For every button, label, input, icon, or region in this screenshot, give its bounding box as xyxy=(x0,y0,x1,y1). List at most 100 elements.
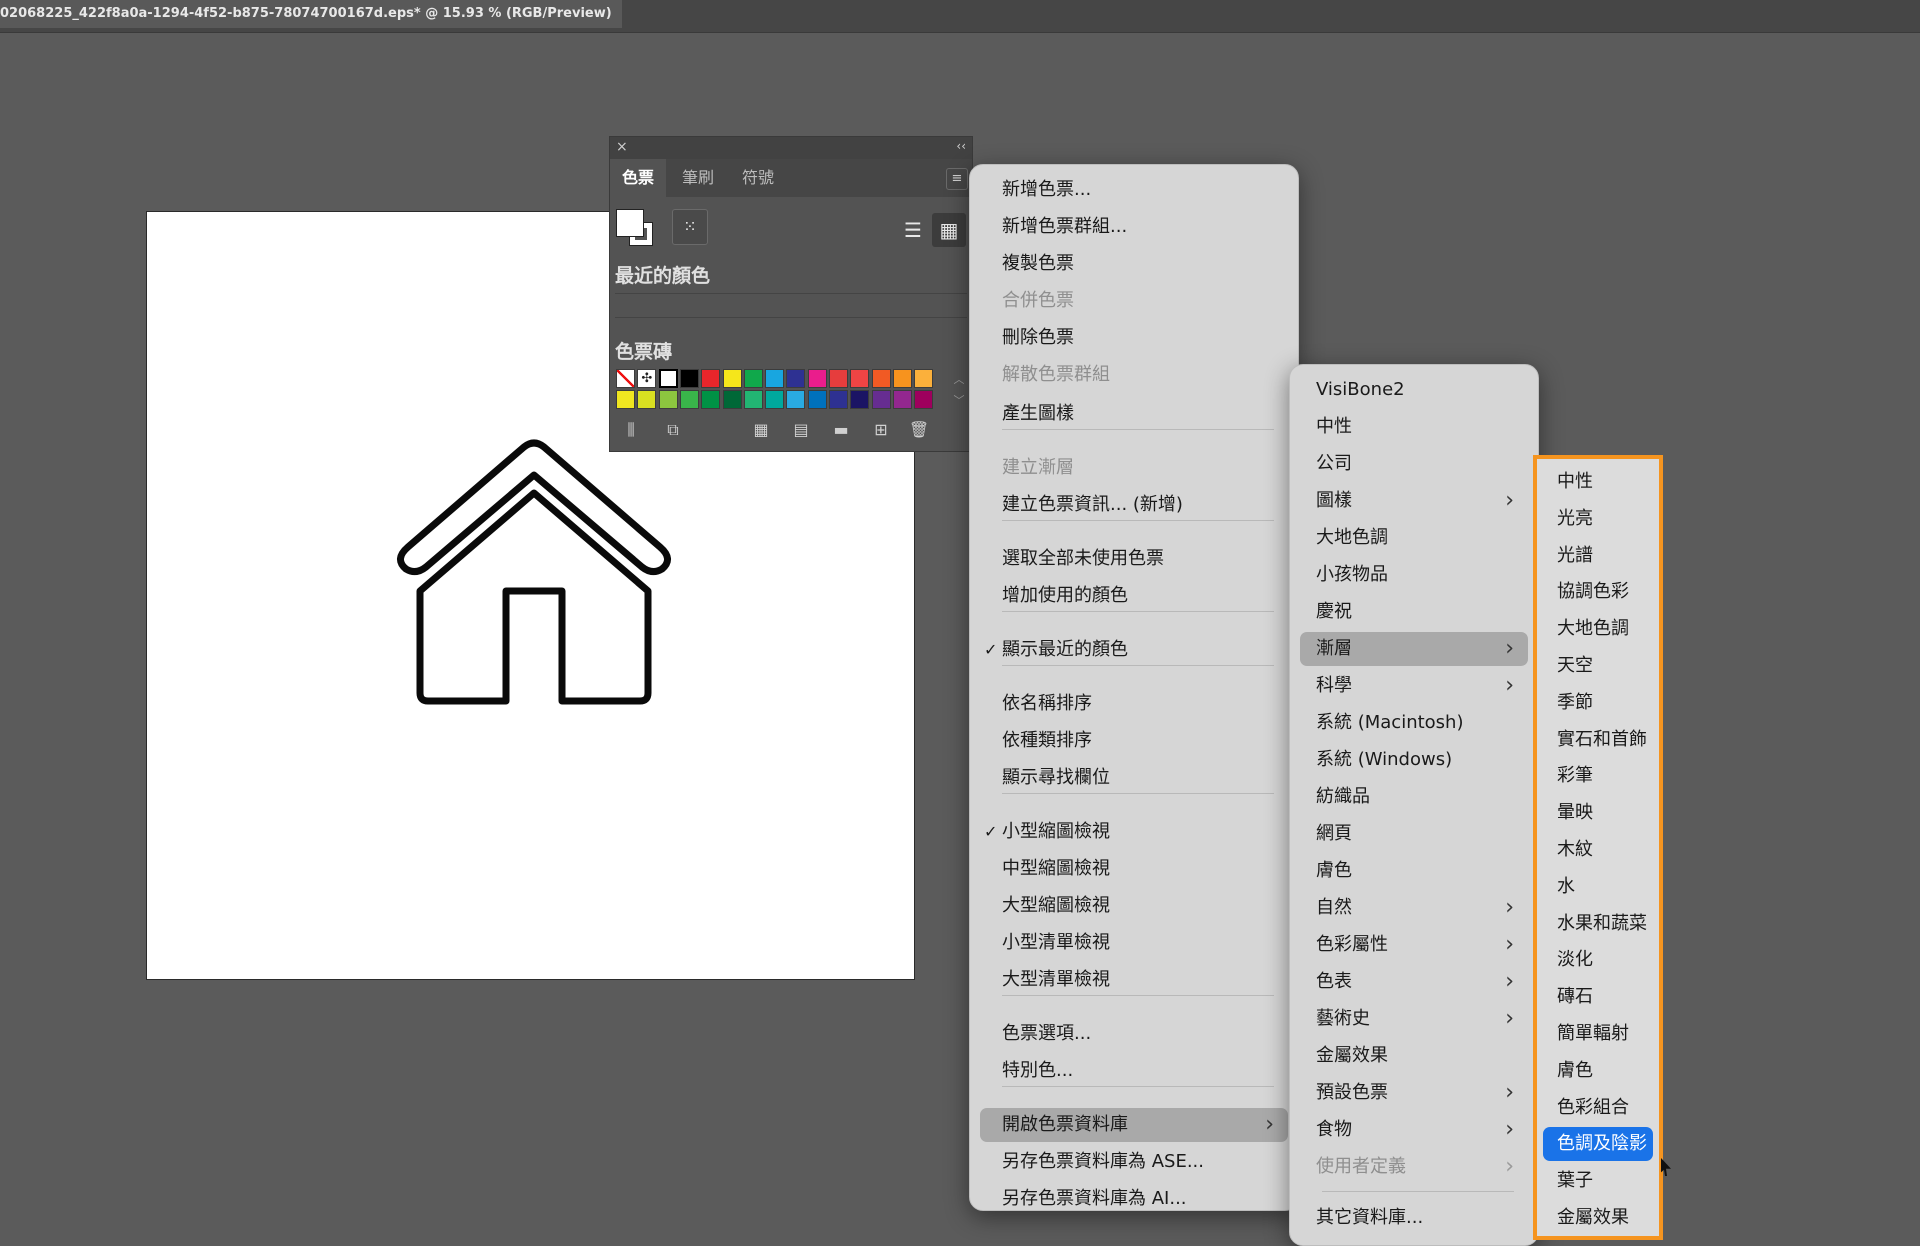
swatch[interactable] xyxy=(871,390,891,409)
gradient-library-item[interactable]: 大地色調 xyxy=(1543,612,1653,646)
menu-item[interactable]: 自然 › xyxy=(1300,891,1528,925)
swatch[interactable] xyxy=(743,390,763,409)
swatch[interactable] xyxy=(871,369,891,388)
menu-item[interactable]: 藝術史 › xyxy=(1300,1002,1528,1036)
panel-menu-icon[interactable]: ≡ xyxy=(946,168,968,190)
menu-item[interactable]: 慶祝 xyxy=(1300,595,1528,629)
swatch[interactable] xyxy=(850,369,870,388)
swatch[interactable] xyxy=(786,369,806,388)
menu-item[interactable]: 另存色票資料庫為 ASE... xyxy=(980,1145,1288,1179)
swatch[interactable] xyxy=(616,390,635,409)
swatch[interactable] xyxy=(914,390,934,409)
menu-item[interactable]: 顯示最近的顏色 ✓ xyxy=(980,633,1288,667)
new-swatch-icon[interactable]: ⊞ xyxy=(870,419,892,441)
gradient-library-item[interactable]: 光譜 xyxy=(1543,539,1653,573)
swatch[interactable] xyxy=(892,369,912,388)
swatch[interactable] xyxy=(850,390,870,409)
swatch[interactable] xyxy=(658,390,678,409)
swatch-kinds-icon[interactable]: ⁙ xyxy=(672,209,708,245)
gradient-library-item[interactable]: 淡化 xyxy=(1543,943,1653,977)
menu-item[interactable]: 小孩物品 xyxy=(1300,558,1528,592)
gradient-library-item[interactable]: 水果和蔬菜 xyxy=(1543,907,1653,941)
grid-view-icon[interactable]: ▦ xyxy=(932,213,966,247)
swatch[interactable] xyxy=(807,369,827,388)
menu-item[interactable]: 另存色票資料庫為 AI... xyxy=(980,1182,1288,1216)
delete-swatch-icon[interactable]: 🗑 xyxy=(908,419,930,441)
menu-item[interactable]: 產生圖樣 xyxy=(980,397,1288,431)
menu-item[interactable]: 圖樣 › xyxy=(1300,484,1528,518)
menu-item[interactable]: 新增色票... xyxy=(980,173,1288,207)
menu-item[interactable]: 科學 › xyxy=(1300,669,1528,703)
swatch[interactable] xyxy=(743,369,763,388)
fill-stroke-indicator[interactable] xyxy=(616,209,660,253)
swatch[interactable]: ✣ xyxy=(637,369,657,388)
menu-item[interactable]: 預設色票 › xyxy=(1300,1076,1528,1110)
gradient-library-item[interactable]: 膚色 xyxy=(1543,1054,1653,1088)
swatch[interactable] xyxy=(892,390,912,409)
menu-item[interactable]: 小型縮圖檢視 ✓ xyxy=(980,815,1288,849)
menu-item[interactable]: 中型縮圖檢視 xyxy=(980,852,1288,886)
swatch[interactable] xyxy=(679,390,699,409)
menu-item[interactable]: 色表 › xyxy=(1300,965,1528,999)
menu-item[interactable]: 中性 xyxy=(1300,410,1528,444)
menu-item[interactable]: 新增色票群組... xyxy=(980,210,1288,244)
menu-item[interactable]: 食物 › xyxy=(1300,1113,1528,1147)
menu-item[interactable]: 特別色... xyxy=(980,1054,1288,1088)
menu-item[interactable]: 複製色票 xyxy=(980,247,1288,281)
tab-symbols[interactable]: 符號 xyxy=(730,159,786,197)
gradient-library-item[interactable]: 金屬效果 xyxy=(1543,1201,1653,1235)
menu-item[interactable]: 其它資料庫... xyxy=(1300,1201,1528,1235)
gradient-library-item[interactable]: 磚石 xyxy=(1543,980,1653,1014)
menu-item[interactable]: 大型清單檢視 xyxy=(980,963,1288,997)
swatch[interactable] xyxy=(765,390,785,409)
show-kinds-icon[interactable]: ▦ xyxy=(750,419,772,441)
swatch[interactable] xyxy=(701,390,721,409)
menu-item[interactable]: 系統 (Windows) xyxy=(1300,743,1528,777)
swatch[interactable] xyxy=(658,369,678,388)
menu-item[interactable]: 網頁 xyxy=(1300,817,1528,851)
swatch[interactable] xyxy=(829,390,848,409)
place-swatches-icon[interactable]: ⧉ xyxy=(662,419,684,441)
swatch[interactable] xyxy=(829,369,848,388)
menu-item[interactable]: 漸層 › xyxy=(1300,632,1528,666)
menu-item[interactable]: 依名稱排序 xyxy=(980,687,1288,721)
gradient-library-item[interactable]: 天空 xyxy=(1543,649,1653,683)
gradient-library-item[interactable]: 色調及陰影 xyxy=(1543,1127,1653,1162)
menu-item[interactable]: VisiBone2 xyxy=(1300,373,1528,407)
swatch-options-icon[interactable]: ▤ xyxy=(790,419,812,441)
gradient-library-item[interactable]: 中性 xyxy=(1543,465,1653,499)
menu-item[interactable]: 小型清單檢視 xyxy=(980,926,1288,960)
swatch[interactable] xyxy=(679,369,699,388)
swatch[interactable] xyxy=(701,369,721,388)
gradient-library-item[interactable]: 協調色彩 xyxy=(1543,575,1653,609)
tab-swatches[interactable]: 色票 xyxy=(610,159,667,197)
swatch-libraries-icon[interactable]: ⫼ xyxy=(620,419,642,441)
gradient-library-item[interactable]: 水 xyxy=(1543,870,1653,904)
collapse-icon[interactable]: ‹‹ xyxy=(956,139,966,153)
menu-item[interactable]: 膚色 xyxy=(1300,854,1528,888)
close-icon[interactable]: × xyxy=(616,139,628,155)
menu-item[interactable]: 系統 (Macintosh) xyxy=(1300,706,1528,740)
swatch[interactable] xyxy=(914,369,934,388)
swatch[interactable] xyxy=(722,369,742,388)
menu-item[interactable]: 大地色調 xyxy=(1300,521,1528,555)
menu-item[interactable]: 色票選項... xyxy=(980,1017,1288,1051)
swatch[interactable] xyxy=(722,390,742,409)
gradient-library-item[interactable]: 暈映 xyxy=(1543,796,1653,830)
swatch[interactable] xyxy=(637,390,657,409)
menu-item[interactable]: 紡織品 xyxy=(1300,780,1528,814)
new-group-icon[interactable]: ▬ xyxy=(830,419,852,441)
menu-item[interactable]: 建立色票資訊... (新增) xyxy=(980,488,1288,522)
gradient-library-item[interactable]: 實石和首飾 xyxy=(1543,723,1653,757)
document-tab[interactable]: 02068225_422f8a0a-1294-4f52-b875-7807470… xyxy=(0,0,622,28)
swatch[interactable] xyxy=(807,390,827,409)
gradient-library-item[interactable]: 季節 xyxy=(1543,686,1653,720)
menu-item[interactable]: 刪除色票 xyxy=(980,321,1288,355)
menu-item[interactable]: 增加使用的顏色 xyxy=(980,579,1288,613)
gradient-library-item[interactable]: 簡單輻射 xyxy=(1543,1017,1653,1051)
menu-item[interactable]: 公司 xyxy=(1300,447,1528,481)
menu-item[interactable]: 開啟色票資料庫 › xyxy=(980,1108,1288,1142)
menu-item[interactable]: 顯示尋找欄位 xyxy=(980,761,1288,795)
menu-item[interactable]: 金屬效果 xyxy=(1300,1039,1528,1073)
gradient-library-item[interactable]: 色彩組合 xyxy=(1543,1091,1653,1125)
